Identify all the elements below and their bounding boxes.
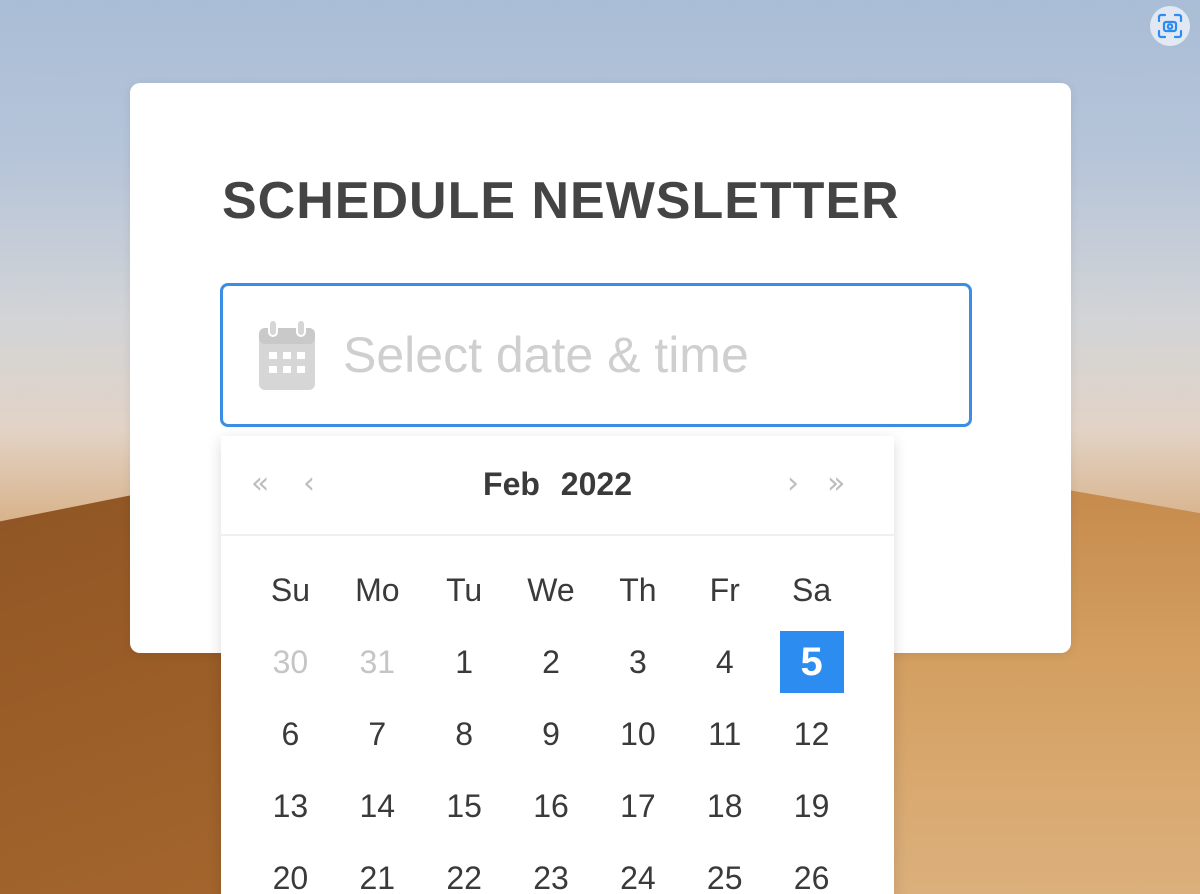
date-picker-header: « ‹ Feb 2022 › » <box>221 436 894 536</box>
calendar-day[interactable]: 23 <box>508 842 595 894</box>
calendar-day-selected[interactable]: 5 <box>768 626 855 698</box>
calendar-day[interactable]: 8 <box>421 698 508 770</box>
weekday-header: Fr <box>709 571 740 608</box>
calendar-day-label: 1 <box>455 643 474 680</box>
calendar-day[interactable]: 4 <box>681 626 768 698</box>
calendar-grid: Su Mo Tu We Th Fr Sa 30 31 1 2 3 4 5 6 7 8 9 10 11 12 13 14 15 1… <box>247 554 855 894</box>
calendar-day[interactable]: 1 <box>421 626 508 698</box>
screenshot-button[interactable] <box>1150 6 1190 46</box>
calendar-day[interactable]: 21 <box>334 842 421 894</box>
calendar-day-label: 22 <box>446 859 482 894</box>
calendar-day-label: 31 <box>359 643 396 680</box>
calendar-day-label: 18 <box>706 787 743 824</box>
date-time-field[interactable] <box>220 283 972 427</box>
calendar-day[interactable]: 31 <box>334 626 421 698</box>
calendar-day[interactable]: 30 <box>247 626 334 698</box>
date-picker-popup: « ‹ Feb 2022 › » Su Mo Tu We Th Fr Sa 30 31 1 2 3 4 5… <box>221 436 894 894</box>
calendar-day[interactable]: 17 <box>594 770 681 842</box>
calendar-day-label: 19 <box>793 787 830 824</box>
calendar-day-label: 6 <box>281 715 300 752</box>
weekday-header: We <box>527 571 575 608</box>
calendar-day-label: 17 <box>620 787 656 824</box>
calendar-day[interactable]: 12 <box>768 698 855 770</box>
calendar-day-label: 5 <box>779 631 844 693</box>
next-year-button[interactable]: » <box>827 464 845 504</box>
calendar-day-label: 15 <box>446 787 482 824</box>
calendar-day-label: 23 <box>533 859 569 894</box>
calendar-day-label: 24 <box>620 859 656 894</box>
calendar-day-label: 26 <box>793 859 830 894</box>
calendar-day[interactable]: 26 <box>768 842 855 894</box>
calendar-day-label: 10 <box>620 715 656 752</box>
calendar-day-label: 8 <box>455 715 474 752</box>
calendar-day[interactable]: 2 <box>508 626 595 698</box>
calendar-day-label: 9 <box>542 715 560 752</box>
calendar-day[interactable]: 9 <box>508 698 595 770</box>
calendar-day[interactable]: 18 <box>681 770 768 842</box>
calendar-day-label: 25 <box>706 859 743 894</box>
calendar-day-label: 21 <box>359 859 396 894</box>
calendar-day-label: 13 <box>272 787 309 824</box>
calendar-day-label: 7 <box>368 715 387 752</box>
calendar-day-label: 14 <box>359 787 396 824</box>
calendar-day-label: 12 <box>793 715 830 752</box>
calendar-day-label: 30 <box>272 643 309 680</box>
calendar-day[interactable]: 3 <box>594 626 681 698</box>
calendar-day[interactable]: 14 <box>334 770 421 842</box>
date-time-input[interactable] <box>341 325 945 385</box>
calendar-day[interactable]: 20 <box>247 842 334 894</box>
calendar-day-label: 2 <box>542 643 560 680</box>
weekday-header: Mo <box>355 571 400 608</box>
calendar-day[interactable]: 13 <box>247 770 334 842</box>
calendar-day[interactable]: 19 <box>768 770 855 842</box>
screenshot-icon <box>1157 13 1183 39</box>
calendar-day[interactable]: 15 <box>421 770 508 842</box>
weekday-header: Sa <box>792 571 832 608</box>
calendar-day-label: 3 <box>628 643 647 680</box>
year-label[interactable]: 2022 <box>561 466 632 502</box>
weekday-header: Th <box>619 571 657 608</box>
weekday-header: Su <box>270 571 310 608</box>
page-title: SCHEDULE NEWSLETTER <box>222 172 900 230</box>
calendar-day[interactable]: 10 <box>594 698 681 770</box>
calendar-day[interactable]: 6 <box>247 698 334 770</box>
calendar-day[interactable]: 7 <box>334 698 421 770</box>
weekday-header: Tu <box>446 571 483 608</box>
calendar-icon <box>259 319 315 390</box>
calendar-day-label: 11 <box>708 715 742 752</box>
month-label[interactable]: Feb <box>483 466 540 502</box>
calendar-day[interactable]: 16 <box>508 770 595 842</box>
calendar-day[interactable]: 25 <box>681 842 768 894</box>
calendar-day-label: 16 <box>533 787 569 824</box>
calendar-day[interactable]: 11 <box>681 698 768 770</box>
calendar-day-label: 20 <box>272 859 309 894</box>
calendar-day-label: 4 <box>715 643 734 680</box>
calendar-day[interactable]: 22 <box>421 842 508 894</box>
calendar-day[interactable]: 24 <box>594 842 681 894</box>
next-month-button[interactable]: › <box>787 464 799 504</box>
